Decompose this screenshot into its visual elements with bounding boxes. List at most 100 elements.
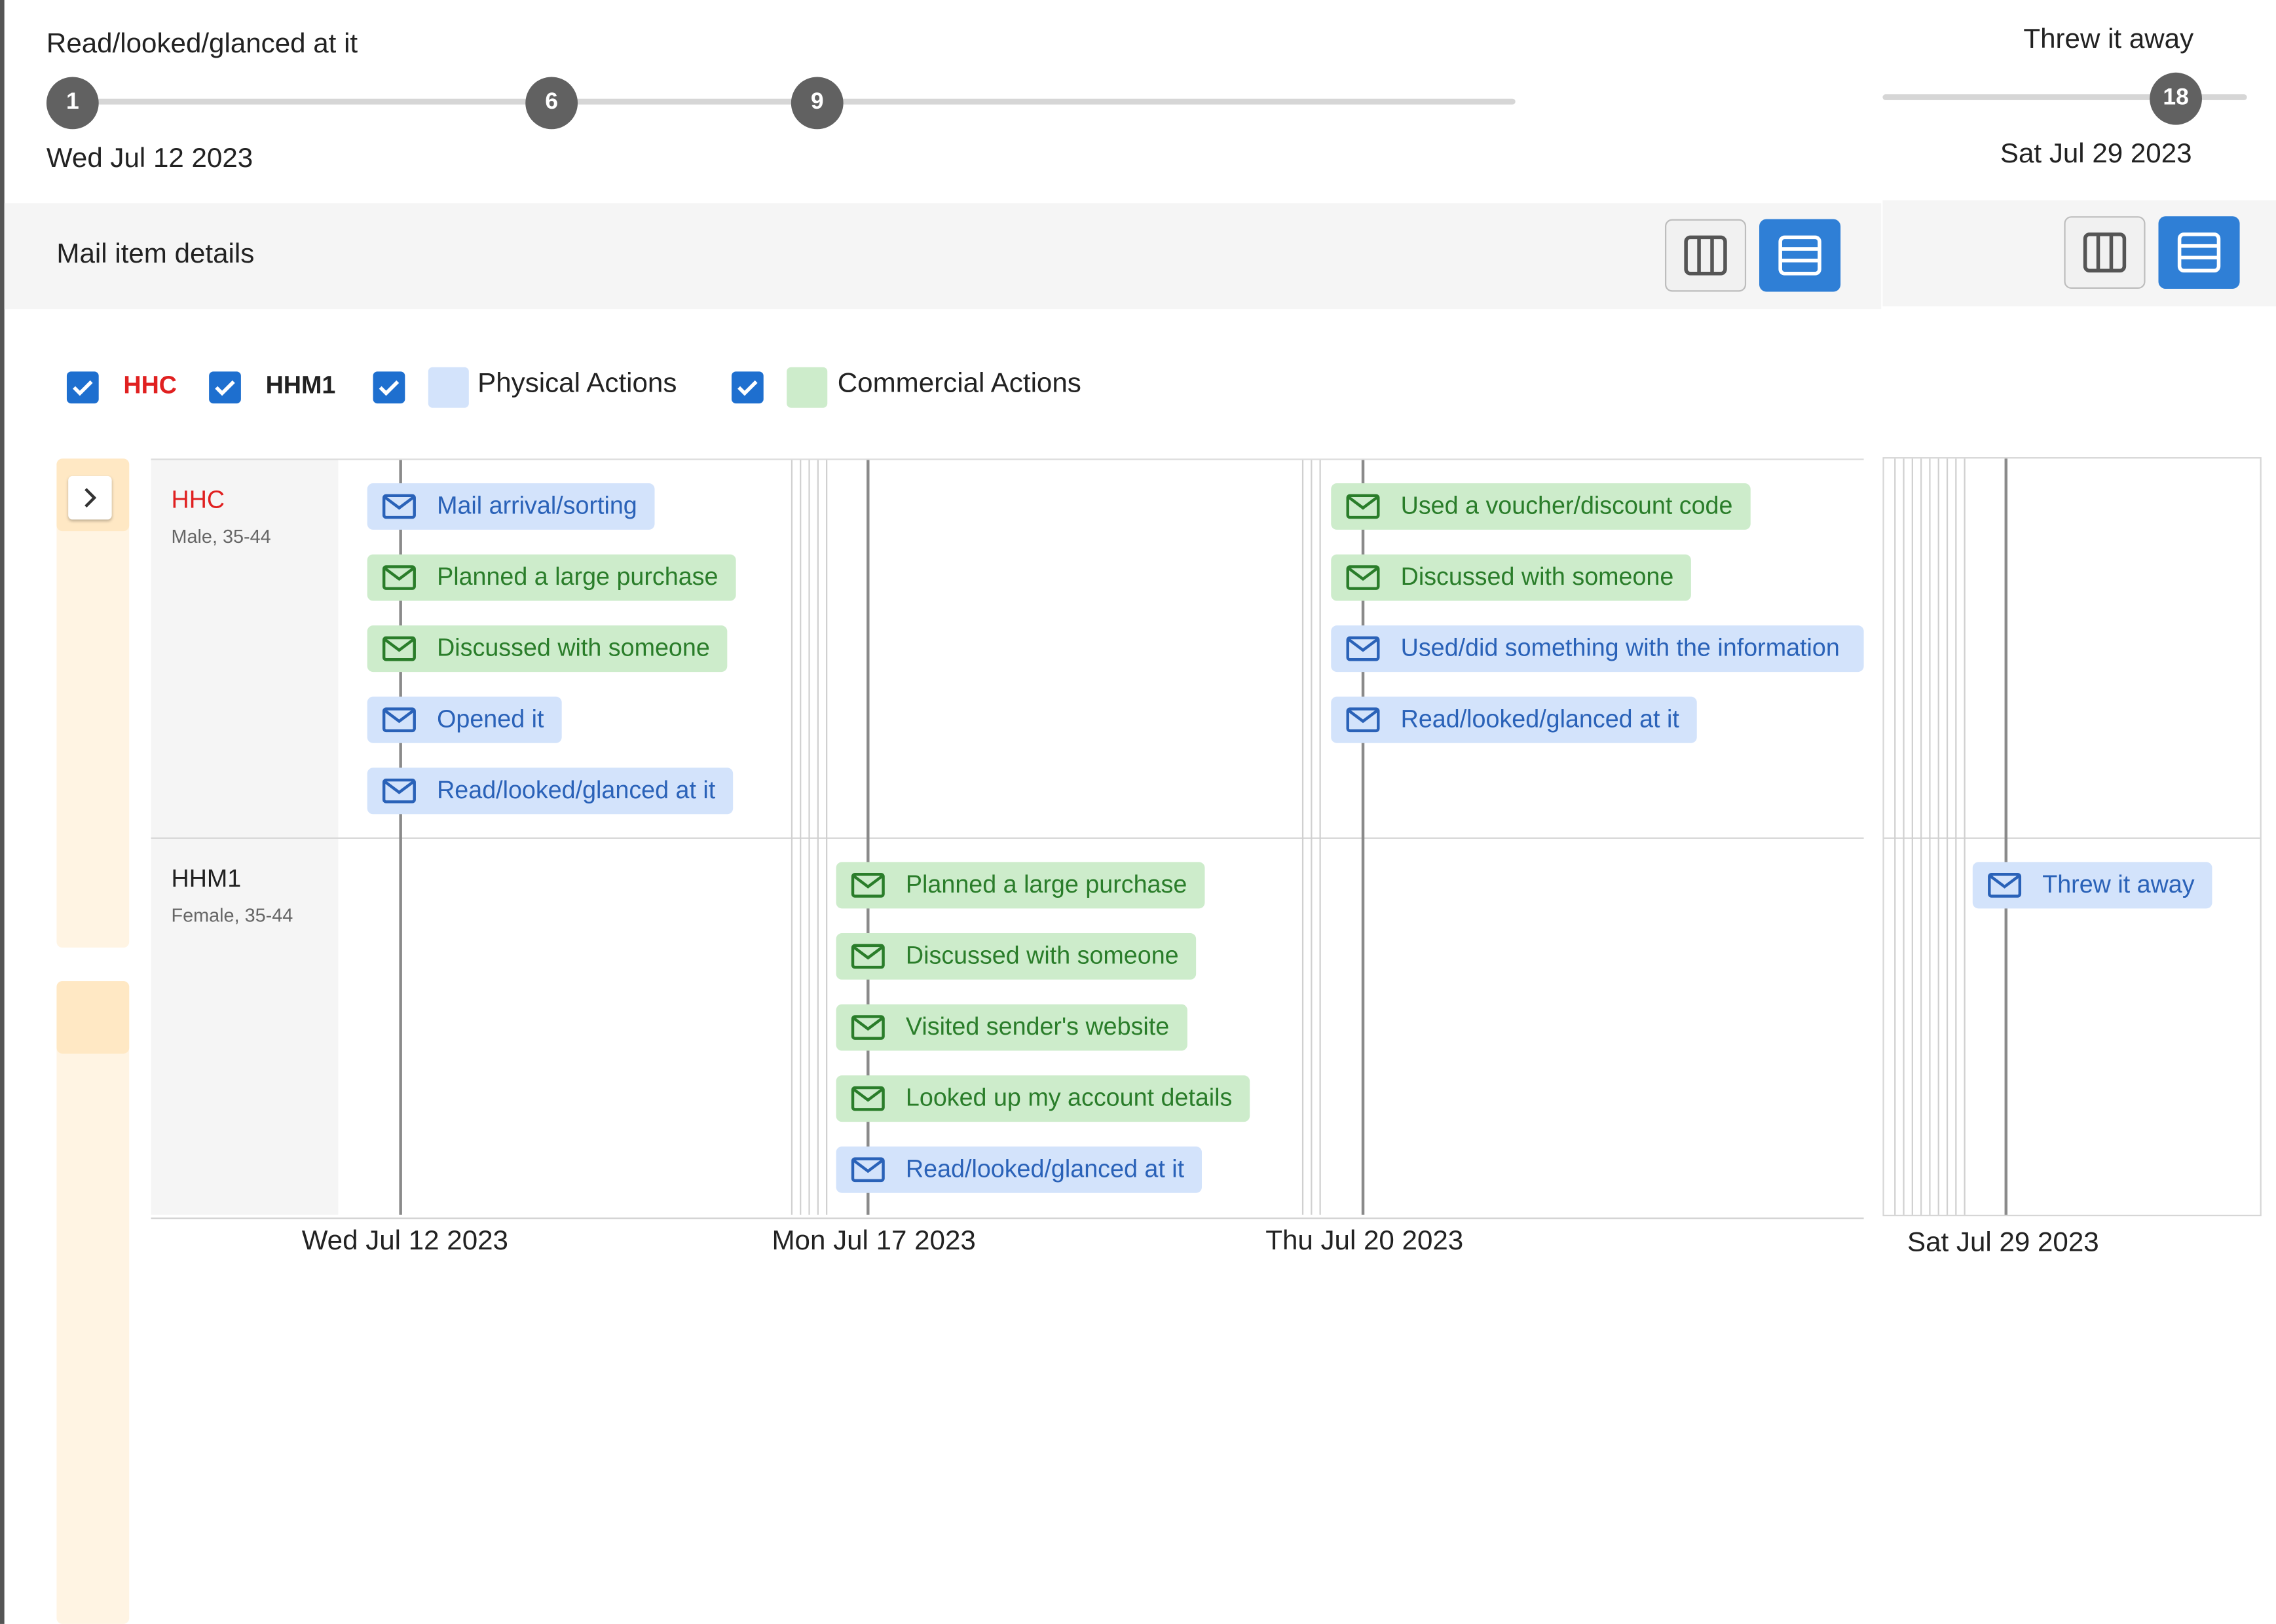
envelope-icon xyxy=(851,944,885,969)
columns-view-button[interactable] xyxy=(1664,219,1747,292)
timeline-right-label: Threw it away xyxy=(2023,24,2194,56)
commercial-actions-checkbox[interactable] xyxy=(731,371,764,404)
physical-actions-label: Physical Actions xyxy=(477,368,677,399)
rows-view-icon xyxy=(2177,232,2221,273)
timeline-left-date: Wed Jul 12 2023 xyxy=(46,143,253,174)
gridline xyxy=(1903,458,1905,1215)
check-icon xyxy=(73,380,93,396)
side-panel-bottom-header xyxy=(56,981,130,1054)
rows-view-button[interactable] xyxy=(1759,219,1841,292)
event-chip-label: Looked up my account details xyxy=(905,1084,1233,1112)
timeline-left-label: Read/looked/glanced at it xyxy=(46,29,358,60)
event-chip-label: Threw it away xyxy=(2042,870,2195,898)
axis-date-label: Thu Jul 20 2023 xyxy=(1265,1226,1464,1257)
event-chip-label: Read/looked/glanced at it xyxy=(437,776,716,804)
gridline xyxy=(1929,458,1931,1215)
envelope-icon xyxy=(851,1157,885,1183)
side-panel-bottom xyxy=(56,981,130,1624)
gridline xyxy=(817,460,819,1215)
expand-button[interactable] xyxy=(68,475,112,520)
envelope-icon xyxy=(382,565,416,590)
physical-actions-checkbox[interactable] xyxy=(373,371,405,404)
lane-label-panel-hhm1 xyxy=(151,838,339,1215)
event-chip[interactable]: Discussed with someone xyxy=(1331,554,1691,601)
side-panel-top xyxy=(56,458,130,948)
lane-separator xyxy=(1884,837,2260,839)
gridline xyxy=(1955,458,1957,1215)
gridline xyxy=(1894,458,1896,1215)
hhc-checkbox[interactable] xyxy=(66,371,99,404)
event-chip[interactable]: Read/looked/glanced at it xyxy=(1331,696,1697,743)
check-icon xyxy=(215,380,235,396)
gridline xyxy=(1964,458,1966,1215)
timeline-marker[interactable]: 18 xyxy=(2150,72,2202,125)
timeline-marker[interactable]: 6 xyxy=(525,77,578,130)
date-line-jul29 xyxy=(2004,458,2008,1215)
gridline xyxy=(808,460,810,1215)
lane-sub-hhc: Male, 35-44 xyxy=(171,525,271,547)
event-chip[interactable]: Read/looked/glanced at it xyxy=(836,1146,1202,1193)
gridline xyxy=(1301,460,1304,1215)
envelope-icon xyxy=(851,1015,885,1040)
event-chip[interactable]: Looked up my account details xyxy=(836,1075,1250,1122)
hhm1-legend-label: HHM1 xyxy=(265,371,336,399)
hhm1-checkbox[interactable] xyxy=(209,371,241,404)
gridline xyxy=(1946,458,1949,1215)
event-chip[interactable]: Planned a large purchase xyxy=(367,554,736,601)
envelope-icon xyxy=(1988,873,2022,898)
gridline xyxy=(791,460,793,1215)
columns-view-button-right[interactable] xyxy=(2064,216,2146,289)
physical-actions-swatch xyxy=(428,367,469,408)
event-chip-label: Opened it xyxy=(437,705,544,733)
event-chip-label: Discussed with someone xyxy=(1400,563,1674,591)
timeline-marker[interactable]: 1 xyxy=(46,77,99,130)
event-chip-label: Planned a large purchase xyxy=(905,870,1187,898)
check-icon xyxy=(379,380,400,396)
event-chip[interactable]: Used/did something with the information xyxy=(1331,625,1864,673)
hhc-legend-label: HHC xyxy=(123,371,177,399)
lane-separator xyxy=(151,837,1864,839)
event-chip-label: Read/looked/glanced at it xyxy=(905,1155,1185,1183)
event-chip[interactable]: Threw it away xyxy=(1972,862,2212,909)
window-edge xyxy=(0,0,5,1624)
axis-date-label: Mon Jul 17 2023 xyxy=(772,1226,976,1257)
columns-view-icon xyxy=(1684,235,1727,276)
columns-view-icon xyxy=(2083,232,2127,273)
event-chip-label: Used/did something with the information xyxy=(1400,634,1840,662)
gridline xyxy=(1937,458,1939,1215)
event-chip-label: Used a voucher/discount code xyxy=(1400,492,1733,520)
event-chip[interactable]: Opened it xyxy=(367,696,562,743)
details-toolbar: Mail item details xyxy=(4,203,1882,310)
gridline xyxy=(826,460,828,1215)
event-chip[interactable]: Planned a large purchase xyxy=(836,862,1204,909)
timeline-marker[interactable]: 9 xyxy=(791,77,844,130)
timeline-chart-right xyxy=(1882,457,2262,1217)
envelope-icon xyxy=(382,636,416,661)
envelope-icon xyxy=(1346,707,1380,733)
gridline xyxy=(1920,458,1922,1215)
timeline-right-date: Sat Jul 29 2023 xyxy=(2000,139,2192,170)
envelope-icon xyxy=(382,778,416,803)
envelope-icon xyxy=(851,873,885,898)
event-chip[interactable]: Discussed with someone xyxy=(836,933,1197,980)
event-chip[interactable]: Mail arrival/sorting xyxy=(367,483,655,530)
event-chip[interactable]: Visited sender's website xyxy=(836,1004,1187,1051)
axis-date-label: Wed Jul 12 2023 xyxy=(301,1226,508,1257)
event-chip-label: Planned a large purchase xyxy=(437,563,718,591)
gridline xyxy=(1911,458,1913,1215)
commercial-actions-label: Commercial Actions xyxy=(837,368,1081,399)
axis-date-label: Sat Jul 29 2023 xyxy=(1907,1227,2099,1259)
event-chip[interactable]: Read/looked/glanced at it xyxy=(367,767,733,815)
chevron-right-icon xyxy=(84,488,97,508)
gridline xyxy=(1311,460,1313,1215)
envelope-icon xyxy=(1346,565,1380,590)
rows-view-button-right[interactable] xyxy=(2158,216,2240,289)
commercial-actions-swatch xyxy=(787,367,828,408)
event-chip[interactable]: Used a voucher/discount code xyxy=(1331,483,1751,530)
gridline xyxy=(1319,460,1321,1215)
envelope-icon xyxy=(1346,636,1380,661)
event-chip-label: Discussed with someone xyxy=(905,942,1179,970)
event-chip[interactable]: Discussed with someone xyxy=(367,625,728,673)
toolbar-title: Mail item details xyxy=(56,239,255,270)
lane-sub-hhm1: Female, 35-44 xyxy=(171,904,293,926)
